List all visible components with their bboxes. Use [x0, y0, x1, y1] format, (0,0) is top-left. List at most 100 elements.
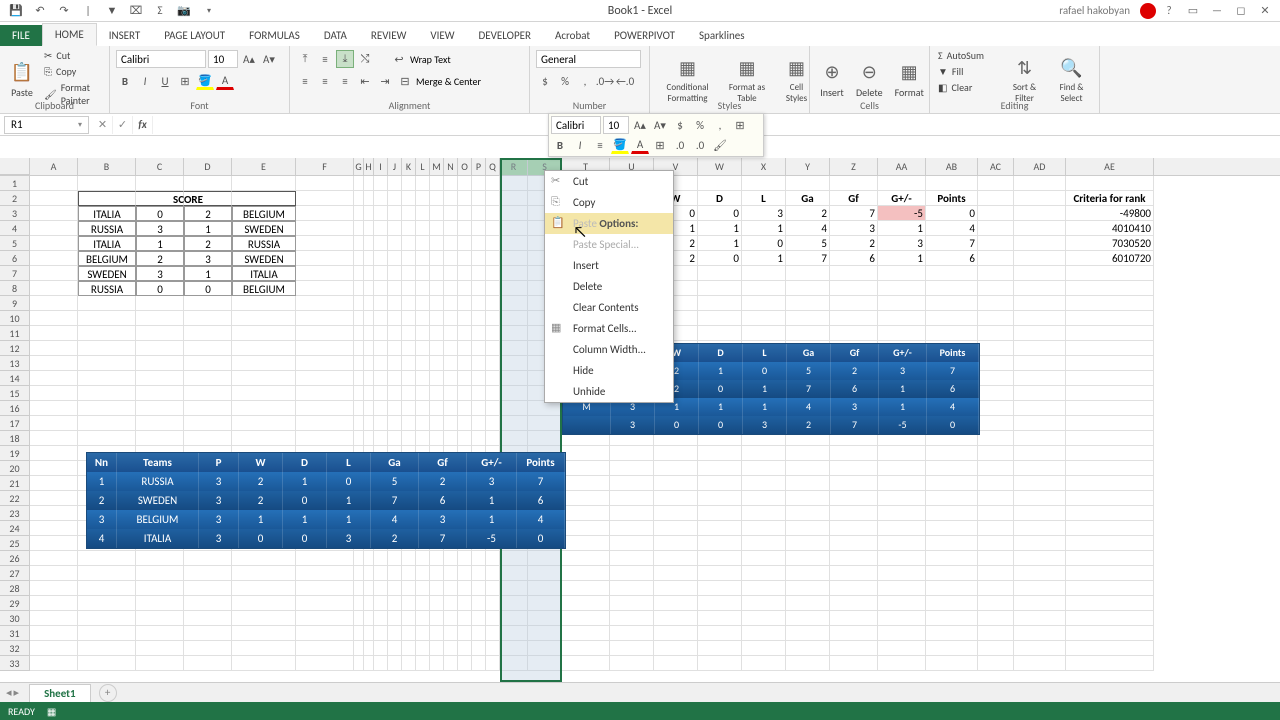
cell-C27[interactable]: [136, 566, 184, 581]
cell-K29[interactable]: [402, 596, 416, 611]
cell-D28[interactable]: [184, 581, 232, 596]
cell-B2[interactable]: SCORE: [78, 191, 136, 206]
cell-AA23[interactable]: [878, 506, 926, 521]
cell-K28[interactable]: [402, 581, 416, 596]
cell-D17[interactable]: [184, 416, 232, 431]
cell-K8[interactable]: [402, 281, 416, 296]
cell-W24[interactable]: [698, 521, 742, 536]
cell-L27[interactable]: [416, 566, 430, 581]
cell-P29[interactable]: [472, 596, 486, 611]
ctx-clear-contents[interactable]: Clear Contents: [545, 297, 673, 318]
row-header-10[interactable]: 10: [0, 311, 30, 326]
cell-K12[interactable]: [402, 341, 416, 356]
cell-G27[interactable]: [354, 566, 364, 581]
cell-P5[interactable]: [472, 236, 486, 251]
cell-X28[interactable]: [742, 581, 786, 596]
ctx-column-width[interactable]: Column Width...: [545, 339, 673, 360]
cell-Z26[interactable]: [830, 551, 878, 566]
tab-file[interactable]: FILE: [0, 25, 42, 46]
row-header-28[interactable]: 28: [0, 581, 30, 596]
row-header-25[interactable]: 25: [0, 536, 30, 551]
cell-I7[interactable]: [374, 266, 388, 281]
cell-AB32[interactable]: [926, 641, 978, 656]
cell-B1[interactable]: [78, 176, 136, 191]
cell-AB5[interactable]: 7: [926, 236, 978, 251]
column-header-B[interactable]: B: [78, 158, 136, 175]
cell-G28[interactable]: [354, 581, 364, 596]
cell-AE18[interactable]: [1066, 431, 1154, 446]
cell-AB10[interactable]: [926, 311, 978, 326]
cell-AE11[interactable]: [1066, 326, 1154, 341]
cell-G15[interactable]: [354, 386, 364, 401]
cell-U32[interactable]: [610, 641, 654, 656]
cell-W30[interactable]: [698, 611, 742, 626]
cell-AE27[interactable]: [1066, 566, 1154, 581]
mini-italic-icon[interactable]: I: [571, 136, 589, 154]
cell-P27[interactable]: [472, 566, 486, 581]
cell-K32[interactable]: [402, 641, 416, 656]
cell-S33[interactable]: [528, 656, 562, 671]
cell-R17[interactable]: [500, 416, 528, 431]
column-header-F[interactable]: F: [296, 158, 354, 175]
cell-K14[interactable]: [402, 371, 416, 386]
cell-I2[interactable]: [374, 191, 388, 206]
cell-L32[interactable]: [416, 641, 430, 656]
cell-T21[interactable]: [562, 476, 610, 491]
cell-Y32[interactable]: [786, 641, 830, 656]
number-format-select[interactable]: General: [536, 50, 641, 68]
cancel-icon[interactable]: ✕: [93, 116, 113, 134]
row-header-3[interactable]: 3: [0, 206, 30, 221]
cell-D33[interactable]: [184, 656, 232, 671]
cell-P4[interactable]: [472, 221, 486, 236]
cell-R7[interactable]: [500, 266, 528, 281]
cell-AC14[interactable]: [978, 371, 1014, 386]
cell-F32[interactable]: [296, 641, 354, 656]
cell-K17[interactable]: [402, 416, 416, 431]
cell-L30[interactable]: [416, 611, 430, 626]
cell-J26[interactable]: [388, 551, 402, 566]
cell-AD12[interactable]: [1014, 341, 1066, 356]
cell-O3[interactable]: [458, 206, 472, 221]
cell-Q29[interactable]: [486, 596, 500, 611]
cell-W9[interactable]: [698, 296, 742, 311]
cell-Y25[interactable]: [786, 536, 830, 551]
cell-AC13[interactable]: [978, 356, 1014, 371]
cell-AA33[interactable]: [878, 656, 926, 671]
cell-AD2[interactable]: [1014, 191, 1066, 206]
cell-M17[interactable]: [430, 416, 444, 431]
cell-M33[interactable]: [430, 656, 444, 671]
cell-AA3[interactable]: -5: [878, 206, 926, 221]
row-header-6[interactable]: 6: [0, 251, 30, 266]
cell-G12[interactable]: [354, 341, 364, 356]
cell-G8[interactable]: [354, 281, 364, 296]
cell-W28[interactable]: [698, 581, 742, 596]
cell-AD31[interactable]: [1014, 626, 1066, 641]
cell-Y27[interactable]: [786, 566, 830, 581]
cell-X2[interactable]: L: [742, 191, 786, 206]
wrap-text-button[interactable]: ↩: [390, 50, 408, 68]
cell-S30[interactable]: [528, 611, 562, 626]
cell-AE6[interactable]: 6010720: [1066, 251, 1154, 266]
cell-X33[interactable]: [742, 656, 786, 671]
cell-P8[interactable]: [472, 281, 486, 296]
cell-AA20[interactable]: [878, 461, 926, 476]
cell-V21[interactable]: [654, 476, 698, 491]
cell-J12[interactable]: [388, 341, 402, 356]
row-header-33[interactable]: 33: [0, 656, 30, 671]
cell-AA28[interactable]: [878, 581, 926, 596]
cell-Z24[interactable]: [830, 521, 878, 536]
cell-AE15[interactable]: [1066, 386, 1154, 401]
cell-AD28[interactable]: [1014, 581, 1066, 596]
cell-L17[interactable]: [416, 416, 430, 431]
column-header-L[interactable]: L: [416, 158, 430, 175]
cell-M9[interactable]: [430, 296, 444, 311]
cell-AC20[interactable]: [978, 461, 1014, 476]
cell-AE17[interactable]: [1066, 416, 1154, 431]
cell-AC26[interactable]: [978, 551, 1014, 566]
cell-AC21[interactable]: [978, 476, 1014, 491]
column-header-AD[interactable]: AD: [1014, 158, 1066, 175]
cell-X22[interactable]: [742, 491, 786, 506]
cell-AC15[interactable]: [978, 386, 1014, 401]
cell-A12[interactable]: [30, 341, 78, 356]
cell-P9[interactable]: [472, 296, 486, 311]
